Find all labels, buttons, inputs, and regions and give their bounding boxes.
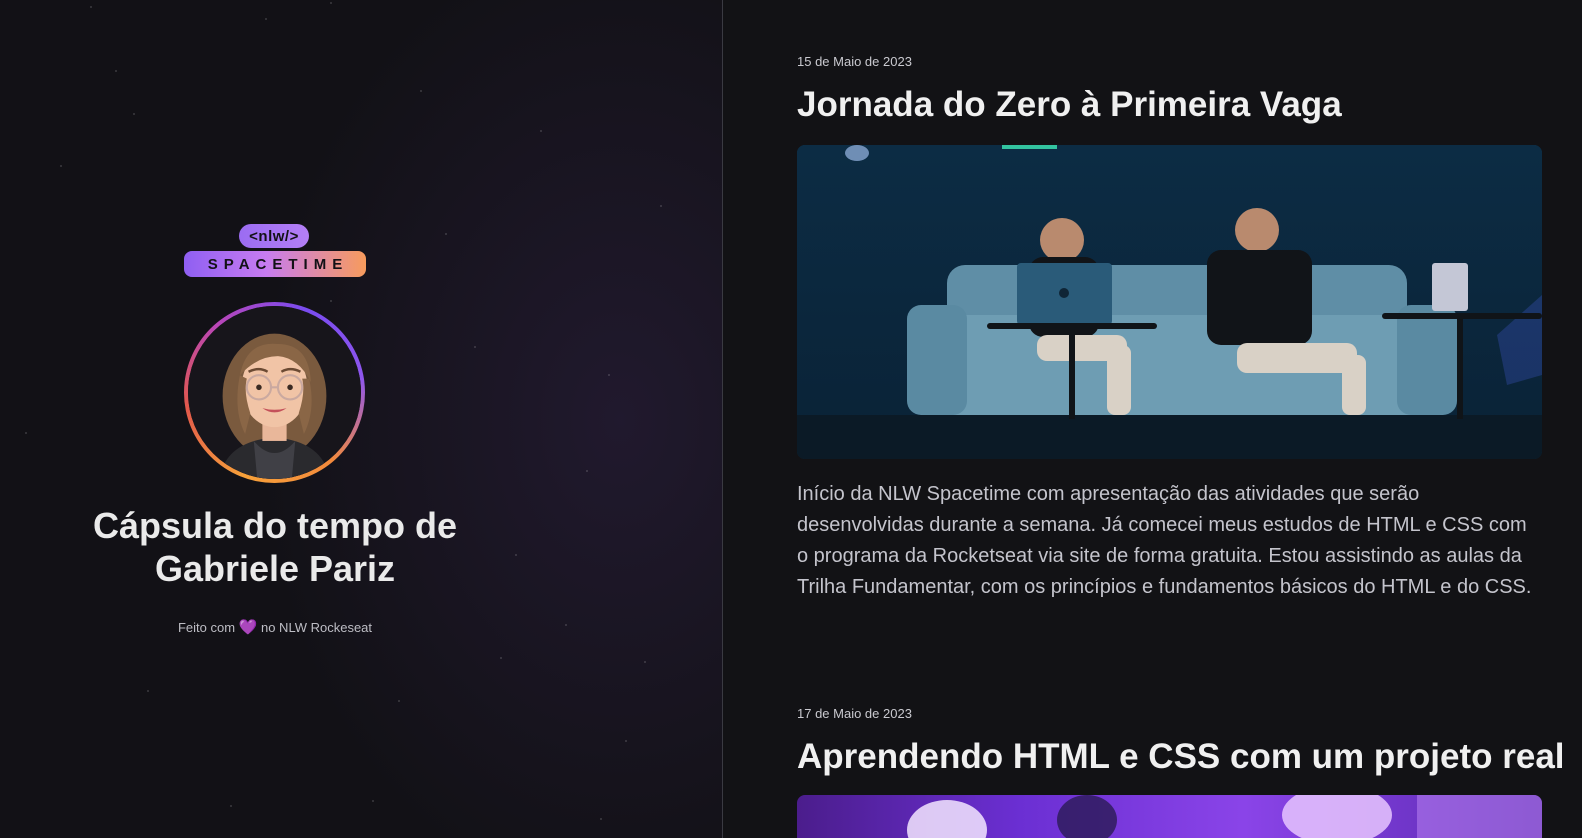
spacetime-logo-banner: SPACETIME: [184, 251, 366, 277]
avatar: [188, 306, 361, 479]
entry-date: 15 de Maio de 2023: [797, 54, 912, 69]
entry-title: Jornada do Zero à Primeira Vaga: [797, 85, 1342, 124]
entry-date: 17 de Maio de 2023: [797, 706, 912, 721]
page-title: Cápsula do tempo de Gabriele Pariz: [70, 504, 480, 590]
stage-photo-illustration: [797, 145, 1542, 459]
avatar-ring: [184, 302, 365, 483]
entry-description: Início da NLW Spacetime com apresentação…: [797, 483, 1532, 598]
entry-image: [797, 145, 1542, 459]
app-root: <nlw/> SPACETIME Cápsula do tempo de Gab…: [0, 0, 1582, 838]
timeline-panel[interactable]: 15 de Maio de 2023 Jornada do Zero à Pri…: [723, 0, 1582, 838]
memory-entry: 15 de Maio de 2023 Jornada do Zero à Pri…: [797, 54, 1542, 603]
nlw-spacetime-logo: <nlw/> SPACETIME: [184, 224, 366, 280]
entry-image: [797, 795, 1542, 838]
purple-photo-illustration: [907, 795, 1542, 838]
title-prefix: Cápsula do tempo de: [92, 505, 458, 546]
heart-icon: 💜: [238, 619, 258, 636]
footer-prefix: Feito com: [177, 620, 236, 635]
footer-suffix: no NLW Rockeseat: [260, 620, 373, 635]
memory-entry: 17 de Maio de 2023 Aprendendo HTML e CSS…: [797, 706, 1565, 838]
left-panel: <nlw/> SPACETIME Cápsula do tempo de Gab…: [0, 0, 723, 838]
starfield-background: [0, 0, 723, 838]
title-name: Gabriele Pariz: [154, 548, 396, 589]
footer-note: Feito com 💜 no NLW Rockeseat: [70, 618, 480, 636]
nlw-logo-badge: <nlw/>: [239, 224, 309, 248]
entry-title: Aprendendo HTML e CSS com um projeto rea…: [797, 737, 1565, 776]
avatar-illustration: [188, 306, 361, 479]
